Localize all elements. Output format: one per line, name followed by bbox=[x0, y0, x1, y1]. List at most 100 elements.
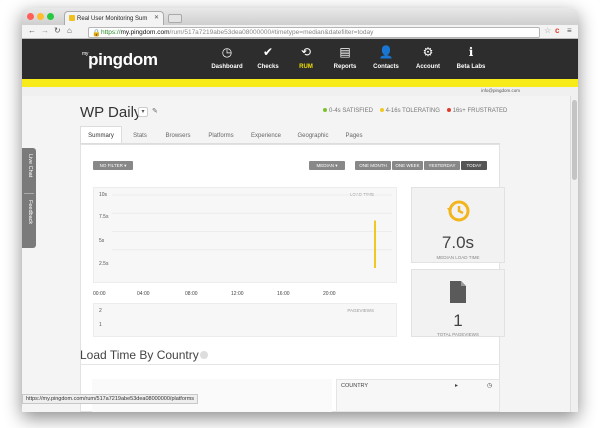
pingdom-logo[interactable]: mypingdom bbox=[82, 50, 158, 70]
x-axis: 00:00 04:00 08:00 12:00 16:00 20:00 bbox=[93, 291, 397, 301]
legend-frustrated: 16s+ FRUSTRATED bbox=[452, 108, 508, 115]
checkmark-icon: ✔ bbox=[262, 45, 274, 59]
tab-platforms[interactable]: Platforms bbox=[200, 126, 242, 144]
median-load-time-value: 7.0s bbox=[441, 233, 475, 252]
yellow-accent-bar bbox=[22, 79, 578, 87]
total-pageviews-label: TOTAL PAGEVIEWS bbox=[437, 332, 479, 337]
new-tab-button[interactable] bbox=[168, 14, 182, 23]
gear-icon: ⚙ bbox=[422, 45, 434, 59]
x-tick-label: 08:00 bbox=[185, 291, 198, 297]
satisfied-dot-icon bbox=[323, 108, 327, 112]
url-path: /rum/517a7219abe53dea08000000#timetype=m… bbox=[169, 29, 374, 36]
status-bar: https://my.pingdom.com/rum/517a7219abe53… bbox=[22, 394, 199, 404]
y-tick-label: 2 bbox=[99, 308, 102, 314]
tab-pages[interactable]: Pages bbox=[338, 126, 370, 144]
range-one-month-button[interactable]: ONE MONTH bbox=[355, 161, 391, 170]
nav-contacts[interactable]: 👤 Contacts bbox=[365, 39, 407, 79]
frustrated-dot-icon bbox=[446, 108, 451, 112]
range-yesterday-button[interactable]: YESTERDAY bbox=[424, 161, 460, 170]
load-time-plot bbox=[112, 194, 392, 268]
menu-icon[interactable]: ≡ bbox=[567, 26, 572, 35]
extension-icon[interactable]: c bbox=[555, 26, 559, 35]
load-by-country-heading: Load Time By Country bbox=[80, 348, 199, 362]
no-filter-label: NO FILTER bbox=[99, 163, 123, 168]
median-label: MEDIAN bbox=[316, 163, 334, 168]
x-tick-label: 16:00 bbox=[277, 291, 290, 297]
site-dropdown-button[interactable]: ▾ bbox=[138, 107, 148, 117]
nav-dashboard-label: Dashboard bbox=[211, 64, 243, 70]
browser-tab[interactable]: Real User Monitoring Sum ✕ bbox=[64, 11, 164, 25]
tab-stats[interactable]: Stats bbox=[124, 126, 156, 144]
legend-tolerating: 4-16s TOLERATING bbox=[385, 108, 440, 115]
lock-icon: 🔒 bbox=[92, 30, 101, 37]
minimize-window-button[interactable] bbox=[37, 13, 44, 20]
tab-summary[interactable]: Summary bbox=[80, 126, 122, 144]
home-icon[interactable]: ⌂ bbox=[67, 26, 72, 35]
clock-sort-icon[interactable]: ◷ bbox=[487, 382, 492, 389]
nav-account-label: Account bbox=[416, 64, 440, 70]
page-body: WP Daily ▾ ✎ 0-4s SATISFIED 4-16s TOLERA… bbox=[22, 96, 578, 412]
section-divider bbox=[80, 364, 500, 365]
address-bar[interactable]: 🔒 https://my.pingdom.com/rum/517a7219abe5… bbox=[88, 27, 540, 38]
country-table: COUNTRY ▸ ◷ bbox=[336, 379, 500, 412]
nav-rum-label: RUM bbox=[299, 64, 313, 70]
nav-reports[interactable]: ▤ Reports bbox=[325, 39, 365, 79]
pageviews-chart: 2 1 PAGEVIEWS bbox=[93, 303, 397, 337]
user-info-strip: info@pingdom.com bbox=[22, 87, 578, 96]
info-icon: ℹ bbox=[468, 45, 474, 59]
browser-window: Real User Monitoring Sum ✕ ← → ↻ ⌂ 🔒 http… bbox=[22, 8, 578, 412]
legend-satisfied: 0-4s SATISFIED bbox=[329, 108, 373, 115]
tab-experience[interactable]: Experience bbox=[244, 126, 288, 144]
cursor-sort-icon[interactable]: ▸ bbox=[455, 382, 458, 389]
browser-tab-bar: Real User Monitoring Sum ✕ bbox=[22, 8, 578, 25]
median-load-time-card: 7.0s MEDIAN LOAD TIME bbox=[411, 187, 505, 263]
bookmark-star-icon[interactable]: ☆ bbox=[544, 26, 551, 35]
median-load-time-label: MEDIAN LOAD TIME bbox=[436, 255, 480, 260]
rum-clock-icon: ⟲ bbox=[300, 45, 312, 59]
nav-beta-labs-label: Beta Labs bbox=[456, 64, 486, 70]
page-title: WP Daily bbox=[80, 104, 142, 121]
summary-panel: NO FILTER ▾ MEDIAN ▾ ONE MONTH ONE WEEK … bbox=[80, 144, 505, 412]
side-feedback-tab: Live Chat Feedback bbox=[22, 148, 36, 248]
info-toggle-icon[interactable] bbox=[200, 351, 208, 359]
load-time-chart: 10s 7.5s 5s 2.5s LOAD TIME bbox=[93, 187, 397, 283]
feedback-tab[interactable]: Feedback bbox=[27, 200, 33, 224]
browser-toolbar: ← → ↻ ⌂ 🔒 https://my.pingdom.com/rum/517a… bbox=[22, 25, 578, 39]
reports-icon: ▤ bbox=[339, 45, 351, 59]
zoom-window-button[interactable] bbox=[47, 13, 54, 20]
tab-browsers[interactable]: Browsers bbox=[158, 126, 198, 144]
apdex-legend: 0-4s SATISFIED 4-16s TOLERATING 16s+ FRU… bbox=[318, 108, 507, 114]
tab-title: Real User Monitoring Sum bbox=[77, 16, 148, 22]
forward-arrow-icon[interactable]: → bbox=[41, 26, 49, 35]
range-one-week-button[interactable]: ONE WEEK bbox=[392, 161, 423, 170]
median-dropdown[interactable]: MEDIAN ▾ bbox=[309, 161, 345, 170]
range-today-button[interactable]: TODAY bbox=[461, 161, 487, 170]
no-filter-dropdown[interactable]: NO FILTER ▾ bbox=[93, 161, 133, 170]
scrollbar-thumb[interactable] bbox=[572, 100, 577, 180]
live-chat-tab[interactable]: Live Chat bbox=[27, 154, 33, 177]
country-column-header[interactable]: COUNTRY bbox=[341, 383, 368, 389]
x-tick-label: 12:00 bbox=[231, 291, 244, 297]
pencil-icon[interactable]: ✎ bbox=[152, 107, 158, 115]
page-scrollbar[interactable] bbox=[570, 96, 578, 412]
nav-account[interactable]: ⚙ Account bbox=[407, 39, 449, 79]
nav-dashboard[interactable]: ◷ Dashboard bbox=[205, 39, 249, 79]
total-pageviews-value: 1 bbox=[453, 311, 463, 330]
y-tick-label: 1 bbox=[99, 322, 102, 328]
x-tick-label: 04:00 bbox=[137, 291, 150, 297]
x-tick-label: 00:00 bbox=[93, 291, 106, 297]
nav-rum[interactable]: ⟲ RUM bbox=[287, 39, 325, 79]
reload-icon[interactable]: ↻ bbox=[54, 26, 61, 35]
contacts-icon: 👤 bbox=[378, 45, 394, 59]
url-scheme: https:// bbox=[101, 29, 121, 36]
url-host: my.pingdom.com bbox=[120, 29, 170, 36]
nav-beta-labs[interactable]: ℹ Beta Labs bbox=[449, 39, 493, 79]
close-tab-icon[interactable]: ✕ bbox=[154, 14, 159, 21]
nav-checks[interactable]: ✔ Checks bbox=[249, 39, 287, 79]
load-time-bar bbox=[374, 220, 376, 268]
back-arrow-icon[interactable]: ← bbox=[28, 26, 36, 35]
user-email[interactable]: info@pingdom.com bbox=[481, 88, 520, 93]
tab-geographic[interactable]: Geographic bbox=[290, 126, 336, 144]
close-window-button[interactable] bbox=[27, 13, 34, 20]
nav-contacts-label: Contacts bbox=[373, 64, 399, 70]
